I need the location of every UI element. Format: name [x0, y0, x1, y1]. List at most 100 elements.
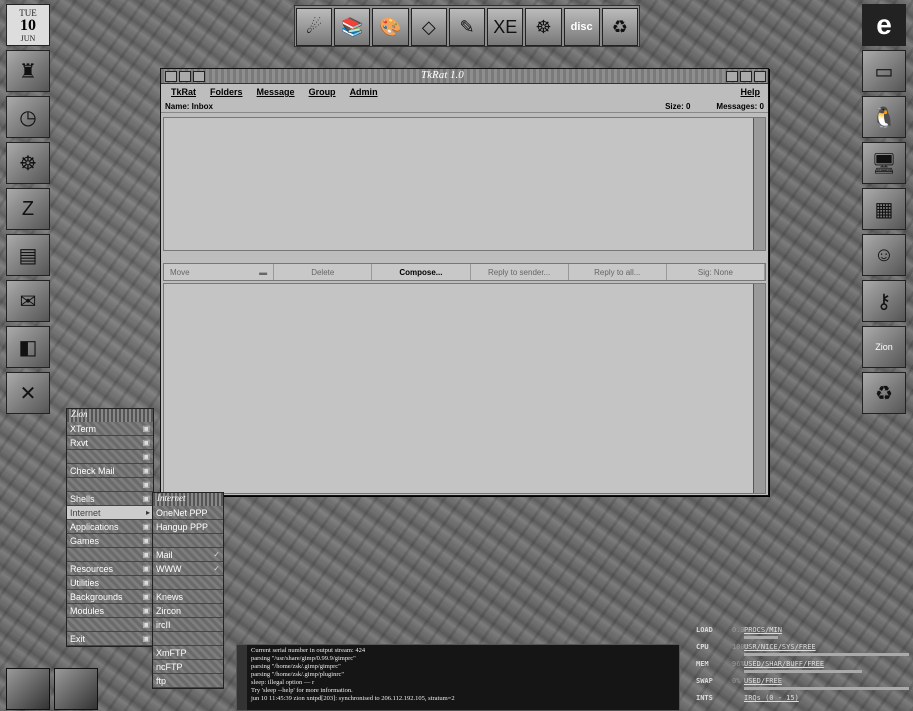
tools-icon[interactable]: ✎ [448, 8, 486, 46]
terminal-scrollbar[interactable] [237, 645, 247, 710]
menu-item-xmftp[interactable]: XmFTP [153, 646, 223, 660]
menu-item-internet[interactable]: Internet ▸ [67, 506, 153, 520]
disc-icon[interactable]: disc [563, 8, 600, 46]
menu-item-applications[interactable]: Applications ▣ [67, 520, 153, 534]
stick-button[interactable] [193, 71, 205, 82]
menu-item-label: Check Mail [70, 465, 115, 476]
delete-button[interactable]: Delete [274, 264, 373, 280]
app-icon: ▣ [142, 592, 150, 601]
menu-item-onenet-ppp[interactable]: OneNet PPP [153, 506, 223, 520]
monitor-header: USED/FREE [744, 677, 782, 685]
menu-item-www[interactable]: WWW ✓ [153, 562, 223, 576]
menu-item-ncftp[interactable]: ncFTP [153, 660, 223, 674]
window-menu-button[interactable] [165, 71, 177, 82]
menu-item-mail[interactable]: Mail ✓ [153, 548, 223, 562]
menu-item-exit[interactable]: Exit ▣ [67, 632, 153, 646]
body-scrollbar[interactable] [753, 284, 765, 493]
minimize-button[interactable] [726, 71, 738, 82]
monitor-cpu: CPU 100% USR/NICE/SYS/FREE [696, 643, 913, 660]
monitor-header: PROCS/MIN [744, 626, 782, 634]
signature-button[interactable]: Sig: None [667, 264, 766, 280]
wizard-icon[interactable]: ♜ [6, 50, 50, 92]
calendar-date: 10 [20, 16, 36, 34]
menu-item-check-mail[interactable]: Check Mail ▣ [67, 464, 153, 478]
menu-item-label: Zircon [156, 605, 182, 616]
menu-item-shells[interactable]: Shells ▣ [67, 492, 153, 506]
menu-admin[interactable]: Admin [350, 87, 378, 97]
monitor-icon[interactable]: 🖥 [862, 142, 906, 184]
title-bar[interactable]: TkRat 1.0 [161, 69, 768, 84]
internet-submenu: Internet OneNet PPP Hangup PPP Mail ✓ WWW… [152, 492, 224, 689]
menu-item-utilities[interactable]: Utilities ▣ [67, 576, 153, 590]
menu-tkrat[interactable]: TkRat [171, 87, 196, 97]
menu-item-resources[interactable]: Resources ▣ [67, 562, 153, 576]
menu-item-label: XmFTP [156, 647, 187, 658]
helm-icon[interactable]: ☸ [6, 142, 50, 184]
face-icon[interactable]: ☺ [862, 234, 906, 276]
menu-help[interactable]: Help [740, 87, 760, 97]
menu-item-modules[interactable]: Modules ▣ [67, 604, 153, 618]
menu-item-xterm[interactable]: XTerm ▣ [67, 422, 153, 436]
draw-icon[interactable]: ◇ [410, 8, 447, 46]
close-button[interactable] [754, 71, 766, 82]
maximize-button[interactable] [740, 71, 752, 82]
zion-z-icon[interactable]: Z [6, 188, 50, 230]
menu-message[interactable]: Message [257, 87, 295, 97]
graphics-icon[interactable]: ▦ [862, 188, 906, 230]
comet-icon[interactable]: ☄ [296, 8, 333, 46]
keys-icon[interactable]: ⚷ [862, 280, 906, 322]
monitor-label: SWAP [696, 677, 713, 685]
menu-item-label: Mail [156, 549, 173, 560]
menu-item-ftp[interactable]: ftp [153, 674, 223, 688]
compose-button[interactable]: Compose... [372, 264, 471, 280]
cube-icon[interactable]: ◧ [6, 326, 50, 368]
recycle-icon[interactable]: ♻ [862, 372, 906, 414]
menu-item-rxvt[interactable]: Rxvt ▣ [67, 436, 153, 450]
computer-icon[interactable] [54, 668, 98, 710]
menu-item-label: ftp [156, 675, 167, 686]
books-icon[interactable]: 📚 [334, 8, 371, 46]
monitor-mem: MEM 96% USED/SHAR/BUFF/FREE [696, 660, 913, 677]
menu-item-knews[interactable]: Knews [153, 590, 223, 604]
reply-sender-button[interactable]: Reply to sender... [471, 264, 569, 280]
menu-item-label: Exit [70, 633, 86, 644]
menu-separator: ▣ [67, 478, 153, 492]
terminal-window[interactable]: Current serial number in output stream: … [236, 644, 680, 711]
paint-palette-icon[interactable]: 🎨 [372, 8, 409, 46]
menu-item-label: Utilities [70, 577, 100, 588]
clock-icon[interactable]: ◷ [6, 96, 50, 138]
menu-folders[interactable]: Folders [210, 87, 243, 97]
monitor-label: INTS [696, 694, 713, 702]
zion-pager-icon[interactable]: Zion [862, 326, 906, 368]
terminal-line: parsing "/home/zsk/.gimp/gimprc" [251, 663, 341, 670]
message-list-pane[interactable] [163, 117, 766, 251]
menu-group[interactable]: Group [309, 87, 336, 97]
list-scrollbar[interactable] [753, 118, 765, 250]
helm-icon[interactable]: ☸ [525, 8, 562, 46]
menu-item-zircon[interactable]: Zircon [153, 604, 223, 618]
move-button[interactable]: Move ▬ [164, 264, 275, 280]
menu-item-label: Resources [70, 563, 114, 574]
menu-item-backgrounds[interactable]: Backgrounds ▣ [67, 590, 153, 604]
monitor-load: LOAD 0.3 PROCS/MIN [696, 626, 913, 643]
shade-button[interactable] [179, 71, 191, 82]
network-card-icon[interactable]: ▭ [862, 50, 906, 92]
x-icon[interactable]: ✕ [6, 372, 50, 414]
e-logo-icon[interactable]: e [862, 4, 906, 46]
message-body-pane[interactable] [163, 283, 766, 494]
menu-item-ircii[interactable]: ircII [153, 618, 223, 632]
xe-icon[interactable]: XE [487, 8, 524, 46]
penguin-icon[interactable]: 🐧 [862, 96, 906, 138]
system-monitor: LOAD 0.3 PROCS/MIN CPU 100% USR/NICE/SYS… [696, 626, 913, 711]
cpu-bar [744, 653, 909, 656]
reply-all-button[interactable]: Reply to all... [569, 264, 667, 280]
calendar-icon[interactable]: TUE 10 JUN [6, 4, 50, 46]
recycle-icon[interactable]: ♻ [601, 8, 638, 46]
menu-item-label: Modules [70, 605, 105, 616]
figure-icon[interactable] [6, 668, 50, 710]
mail-icon[interactable]: ✉ [6, 280, 50, 322]
menu-item-hangup-ppp[interactable]: Hangup PPP [153, 520, 223, 534]
disc-label: disc [570, 21, 593, 33]
document-icon[interactable]: ▤ [6, 234, 50, 276]
menu-item-games[interactable]: Games ▣ [67, 534, 153, 548]
